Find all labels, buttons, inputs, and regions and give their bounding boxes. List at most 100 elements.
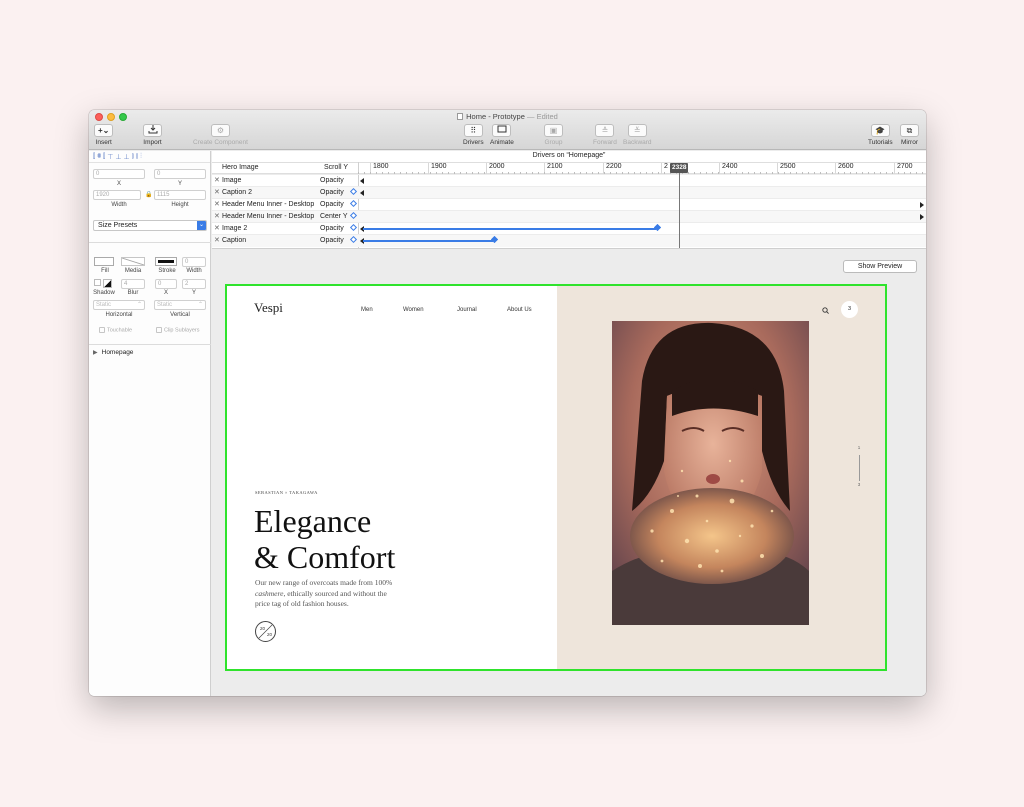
align-middle-icon[interactable]: ⊥ <box>115 153 121 161</box>
remove-icon[interactable]: ✕ <box>214 235 220 246</box>
timeline-row[interactable]: ✕ Image Opacity <box>212 174 926 186</box>
keyframe-diamond-icon[interactable] <box>349 211 358 220</box>
timeline-row[interactable]: ✕ Caption 2 Opacity <box>212 186 926 198</box>
align-bottom-icon[interactable]: ⊥ <box>123 153 129 161</box>
pager-total: 3 <box>857 482 861 487</box>
disclosure-triangle-icon[interactable]: ▶ <box>93 350 98 356</box>
keyframe-start-icon[interactable] <box>360 190 364 196</box>
show-preview-button[interactable]: Show Preview <box>843 260 917 273</box>
keyframe-diamond-icon[interactable] <box>349 235 358 244</box>
insert-icon: +⌄ <box>94 124 114 137</box>
document-icon <box>457 113 464 120</box>
drivers-label: Drivers <box>463 139 484 146</box>
remove-icon[interactable]: ✕ <box>214 199 220 210</box>
create-component-button[interactable]: ⚙ Create Component <box>193 124 248 146</box>
keyframe-end-icon[interactable] <box>920 202 924 208</box>
stroke-width-input[interactable]: 0 <box>182 257 206 267</box>
timeline-title: Drivers on “Homepage” <box>532 152 606 159</box>
stroke-swatch[interactable] <box>155 257 177 266</box>
backward-button[interactable]: ≚ Backward <box>623 124 652 146</box>
keyframe-range-bar[interactable] <box>363 228 656 230</box>
keyframe-end-icon[interactable] <box>920 214 924 220</box>
site-logo[interactable]: Vespi <box>254 300 283 316</box>
x-input[interactable]: 0 <box>93 169 145 179</box>
app-window: Home - Prototype — Edited +⌄ Insert Impo… <box>89 110 926 696</box>
distribute-h-icon[interactable]: ⫾ <box>132 153 134 160</box>
canvas[interactable]: Show Preview Vespi Men Women Journal Abo… <box>212 250 926 696</box>
media-label: Media <box>124 268 142 274</box>
nav-item-journal[interactable]: Journal <box>457 307 477 313</box>
keyframe-range-bar[interactable] <box>363 240 493 242</box>
y-input[interactable]: 0 <box>154 169 206 179</box>
layer-item-homepage[interactable]: ▶ Homepage <box>93 349 133 356</box>
align-center-h-icon[interactable]: ⩩ <box>97 153 101 160</box>
keyframe-diamond-icon[interactable] <box>349 199 358 208</box>
shadow-x-input[interactable]: 0 <box>155 279 177 289</box>
window-title: Home - Prototype — Edited <box>89 112 926 121</box>
collab-eyebrow: SEBASTIAN × TAKAGAWA <box>255 490 318 495</box>
size-presets-select[interactable]: Size Presets ⌄ <box>93 220 207 231</box>
blur-input[interactable]: 4 <box>121 279 145 289</box>
keyframe-diamond-icon[interactable] <box>349 187 358 196</box>
remove-icon[interactable]: ✕ <box>214 187 220 198</box>
ruler-tick-label: 2 <box>664 163 668 170</box>
animate-button[interactable]: Animate <box>490 124 514 146</box>
nav-item-women[interactable]: Women <box>403 307 424 313</box>
alignment-toolbar: ⫿ ⩩ ⫿ ⊤ ⊥ ⊥ ⫾ ⫾ ⫶ <box>89 151 210 163</box>
forward-button[interactable]: ≙ Forward <box>593 124 617 146</box>
homepage-artboard[interactable]: Vespi Men Women Journal About Us SEBASTI… <box>225 284 887 671</box>
divider <box>89 242 211 243</box>
align-left-icon[interactable]: ⫿ <box>93 153 95 160</box>
keyframe-diamond-icon[interactable] <box>349 223 358 232</box>
drivers-button[interactable]: ⠿ Drivers <box>463 124 484 146</box>
lock-icon[interactable]: 🔒 <box>145 191 152 198</box>
shadow-y-input[interactable]: 2 <box>182 279 206 289</box>
align-right-icon[interactable]: ⫿ <box>103 153 105 160</box>
touchable-label: Touchable <box>107 327 133 334</box>
remove-icon[interactable]: ✕ <box>214 211 220 222</box>
height-input[interactable]: 1115 <box>154 190 206 200</box>
driver-property[interactable]: Scroll Y <box>324 164 348 171</box>
tutorials-button[interactable]: 🎓 Tutorials <box>868 124 893 146</box>
cart-button[interactable]: 3 <box>841 301 858 318</box>
insert-button[interactable]: +⌄ Insert <box>94 124 114 146</box>
distribute-v-icon[interactable]: ⫾ <box>136 153 138 160</box>
shadow-swatch[interactable] <box>103 279 112 288</box>
nav-item-about-us[interactable]: About Us <box>507 307 532 313</box>
hero-right-panel: 3 1 3 <box>557 286 885 669</box>
timeline-row[interactable]: ✕ Header Menu Inner - Desktop Opacity <box>212 198 926 210</box>
align-top-icon[interactable]: ⊤ <box>107 153 113 161</box>
ruler-tick-label: 1800 <box>373 163 389 170</box>
row-property: Opacity <box>320 189 344 196</box>
playhead[interactable] <box>679 163 680 248</box>
width-input[interactable]: 1920 <box>93 190 141 200</box>
remove-icon[interactable]: ✕ <box>214 223 220 234</box>
timeline-row[interactable]: ✕ Image 2 Opacity <box>212 222 926 234</box>
row-layer-name: Header Menu Inner - Desktop <box>222 213 315 220</box>
forward-label: Forward <box>593 139 617 146</box>
size-presets-label: Size Presets <box>98 222 138 229</box>
remove-icon[interactable]: ✕ <box>214 175 220 186</box>
fill-swatch[interactable] <box>94 257 114 266</box>
timeline-row[interactable]: ✕ Header Menu Inner - Desktop Center Y <box>212 210 926 222</box>
keyframe-start-icon[interactable] <box>360 178 364 184</box>
timeline-row[interactable]: ✕ Caption Opacity <box>212 234 926 247</box>
mirror-button[interactable]: ⧉ Mirror <box>900 124 919 146</box>
media-well[interactable] <box>121 257 145 266</box>
horizontal-constraint-select[interactable]: Static ⌃ <box>93 300 145 310</box>
search-icon[interactable] <box>820 305 832 317</box>
import-button[interactable]: Import <box>143 124 162 146</box>
playhead-label[interactable]: 2328 <box>670 163 689 173</box>
ruler-tick-label: 2100 <box>547 163 563 170</box>
cart-count: 3 <box>847 306 852 312</box>
nav-item-men[interactable]: Men <box>361 307 373 313</box>
group-button[interactable]: ▣ Group <box>544 124 563 146</box>
touchable-checkbox[interactable]: Touchable <box>99 327 132 333</box>
description-line-1: Our new range of overcoats made from 100… <box>255 578 393 587</box>
distribute-icon[interactable]: ⫶ <box>140 153 142 160</box>
shadow-toggle[interactable] <box>94 279 101 286</box>
slide-pager[interactable]: 1 3 <box>856 445 862 493</box>
clip-sublayers-checkbox[interactable]: Clip Sublayers <box>156 327 199 333</box>
ruler-tick-label: 2700 <box>897 163 913 170</box>
vertical-constraint-select[interactable]: Static ⌃ <box>154 300 206 310</box>
